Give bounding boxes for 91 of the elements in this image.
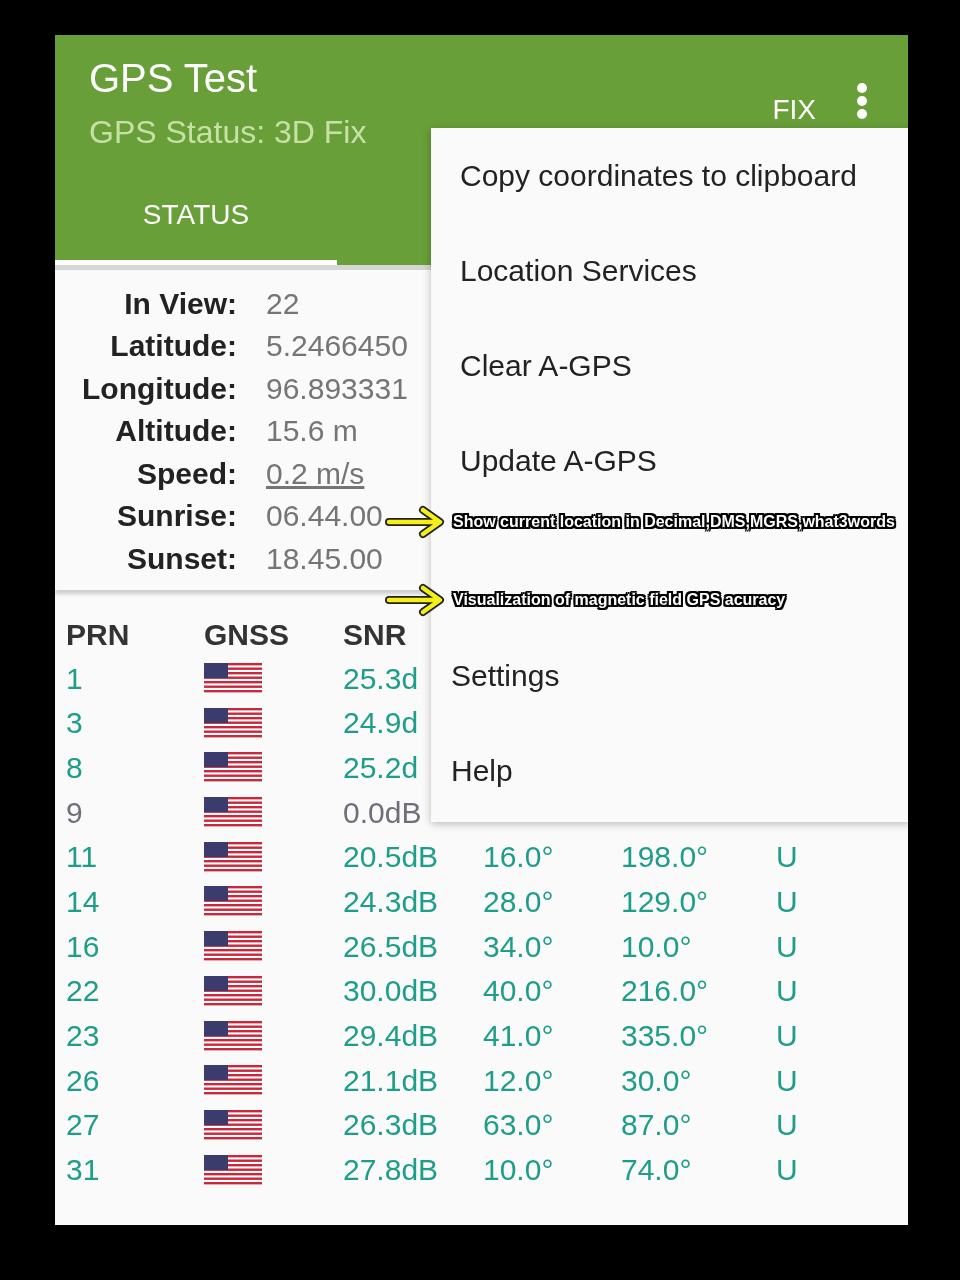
flag-icon xyxy=(204,752,262,783)
prn-cell-text: 14 xyxy=(66,883,100,920)
elevation-cell-text: 63.0° xyxy=(483,1107,554,1144)
snr-cell-text: 0.0dB xyxy=(343,794,422,831)
elevation-cell-text: 40.0° xyxy=(483,973,554,1010)
column-header: GNSS xyxy=(204,616,290,653)
elevation-cell-text: 41.0° xyxy=(483,1018,554,1054)
field-label: Sunrise: xyxy=(115,498,237,535)
flag-icon xyxy=(204,797,262,828)
prn-cell-text: 8 xyxy=(66,749,83,786)
flags-cell-text: U xyxy=(776,1062,798,1099)
prn-cell-text: 3 xyxy=(66,705,83,742)
snr-cell-text: 21.1dB xyxy=(343,1062,439,1099)
flags-cell-text: U xyxy=(776,928,798,965)
azimuth-cell-text: 87.0° xyxy=(621,1107,692,1144)
flag-icon xyxy=(204,1109,262,1140)
field-label: Speed: xyxy=(135,455,237,492)
azimuth-cell-text: 335.0° xyxy=(621,1018,709,1054)
snr-cell-text: 29.4dB xyxy=(343,1018,439,1054)
snr-cell-text: 24.9d xyxy=(343,705,419,742)
more-icon xyxy=(856,82,868,120)
snr-cell-text: 30.0dB xyxy=(343,973,439,1010)
prn-cell-text: 26 xyxy=(66,1062,100,1099)
flags-cell-text: U xyxy=(776,973,798,1010)
elevation-cell-text: 34.0° xyxy=(483,928,554,965)
flags-cell-text: U xyxy=(776,1018,798,1054)
flag-icon xyxy=(204,1065,262,1096)
speed-link[interactable]: 0.2 m/s xyxy=(266,450,365,496)
field-label: In View: xyxy=(123,285,237,322)
snr-cell-text: 25.2d xyxy=(343,749,419,786)
annotation-text: Visualization of magnetic field GPS acuracy xyxy=(453,591,786,609)
snr-cell-text: 24.3dB xyxy=(343,883,439,920)
prn-cell-text: 22 xyxy=(66,973,100,1010)
azimuth-cell-text: 30.0° xyxy=(621,1062,692,1099)
field-label: Sunset: xyxy=(126,540,237,577)
menu-item[interactable]: Copy coordinates to clipboard xyxy=(431,128,908,223)
elevation-cell-text: 12.0° xyxy=(483,1062,554,1099)
menu-item[interactable]: Clear A-GPS xyxy=(431,318,908,413)
arrow-icon xyxy=(385,505,445,539)
app-title: GPS Test xyxy=(89,55,259,101)
field-value: 18.45.00 xyxy=(266,540,383,577)
flags-cell-text: U xyxy=(776,839,798,876)
menu-item[interactable]: Location Services xyxy=(431,223,908,318)
snr-cell-text: 25.3d xyxy=(343,660,419,697)
prn-cell-text: 11 xyxy=(66,839,98,876)
flags-cell-text: U xyxy=(776,883,798,920)
flags-cell-text: U xyxy=(776,1152,798,1189)
flag-icon xyxy=(204,975,262,1006)
gps-status-text: GPS Status: 3D Fix xyxy=(89,113,367,152)
annotation-text: Show current location in Decimal,DMS,MGRS,what3words xyxy=(453,513,895,531)
flag-icon xyxy=(204,841,262,872)
column-header: PRN xyxy=(66,616,130,653)
overflow-menu-button[interactable] xyxy=(856,82,868,120)
azimuth-cell-text: 74.0° xyxy=(621,1152,692,1189)
flags-cell-text: U xyxy=(776,1107,798,1144)
prn-cell-text: 9 xyxy=(66,794,83,831)
prn-cell-text: 16 xyxy=(66,928,100,965)
snr-cell-text: 20.5dB xyxy=(343,839,439,876)
field-label: Longitude: xyxy=(81,370,237,407)
snr-cell-text: 26.3dB xyxy=(343,1107,439,1144)
field-value: 96.893331 xyxy=(266,370,408,407)
flag-icon xyxy=(204,886,262,917)
menu-item[interactable]: Help xyxy=(431,723,908,818)
column-header: SNR xyxy=(343,616,407,653)
prn-cell-text: 23 xyxy=(66,1018,100,1054)
flag-icon xyxy=(204,1020,262,1051)
field-value: 22 xyxy=(266,285,300,322)
flag-icon xyxy=(204,663,262,693)
azimuth-cell-text: 10.0° xyxy=(621,928,692,965)
field-value: 06.44.00 xyxy=(266,498,383,535)
field-value: 15.6 m xyxy=(266,413,358,450)
prn-cell-text: 1 xyxy=(66,660,83,697)
snr-cell-text: 27.8dB xyxy=(343,1152,439,1189)
field-label: Latitude: xyxy=(109,328,237,365)
elevation-cell-text: 10.0° xyxy=(483,1152,554,1189)
elevation-cell-text: 28.0° xyxy=(483,883,554,920)
arrow-icon xyxy=(385,583,445,617)
elevation-cell-text: 16.0° xyxy=(483,839,554,876)
menu-item[interactable]: Settings xyxy=(431,628,908,723)
azimuth-cell-text: 198.0° xyxy=(621,839,709,876)
flag-icon xyxy=(204,1154,262,1185)
prn-cell-text: 27 xyxy=(66,1107,100,1144)
prn-cell-text: 31 xyxy=(66,1152,100,1189)
flag-icon xyxy=(204,931,262,962)
snr-cell-text: 26.5dB xyxy=(343,928,439,965)
field-value: 5.2466450 xyxy=(266,328,408,365)
azimuth-cell-text: 129.0° xyxy=(621,883,709,920)
azimuth-cell-text: 216.0° xyxy=(621,973,709,1010)
menu-item[interactable]: Update A-GPS xyxy=(431,413,908,508)
flag-icon xyxy=(204,707,262,738)
field-label: Altitude: xyxy=(114,413,237,450)
